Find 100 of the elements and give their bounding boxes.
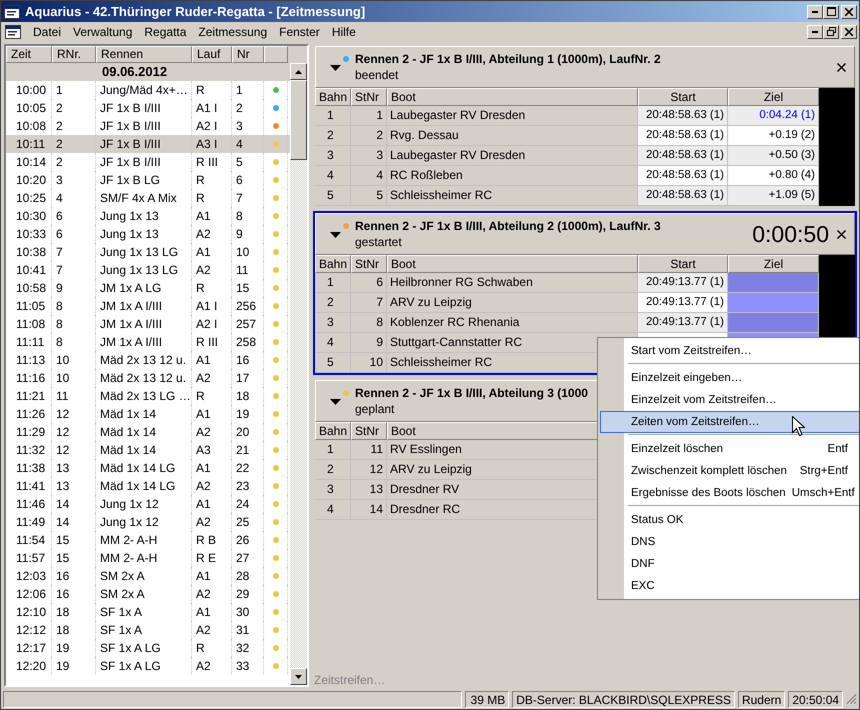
maximize-button[interactable] bbox=[823, 4, 839, 18]
menu-item[interactable]: Zeitmessung bbox=[192, 24, 274, 38]
table-cell: 27 bbox=[232, 549, 264, 567]
schedule-row[interactable]: 12:17 19 SF 1x A LG R 32 bbox=[6, 639, 290, 657]
schedule-row[interactable]: 11:05 8 JM 1x A I/III A1 I 256 bbox=[6, 297, 290, 315]
column-header[interactable]: Bahn bbox=[315, 422, 351, 440]
schedule-row[interactable]: 12:03 16 SM 2x A A1 28 bbox=[6, 567, 290, 585]
minimize-button[interactable] bbox=[807, 24, 823, 38]
resize-grip-icon[interactable] bbox=[846, 693, 857, 705]
table-cell: 5 bbox=[315, 186, 351, 205]
column-header[interactable]: Start bbox=[638, 88, 728, 106]
schedule-row[interactable]: 12:06 16 SM 2x A A2 29 bbox=[6, 585, 290, 603]
menu-item[interactable]: EXC bbox=[600, 575, 859, 597]
restore-button[interactable] bbox=[823, 24, 839, 38]
column-header[interactable]: Lauf bbox=[192, 46, 232, 63]
schedule-row[interactable]: 10:00 1 Jung/Mäd 4x+… R 1 bbox=[6, 81, 290, 99]
column-header[interactable]: RNr. bbox=[52, 46, 96, 63]
minimize-button[interactable] bbox=[807, 4, 823, 18]
close-icon[interactable] bbox=[837, 230, 846, 238]
column-header[interactable]: Ziel bbox=[728, 88, 819, 106]
minimize-icon bbox=[812, 10, 818, 12]
table-cell: R bbox=[192, 189, 232, 207]
table-cell: 12:03 bbox=[6, 567, 52, 585]
schedule-row[interactable]: 10:38 7 Jung 1x 13 LG A1 10 bbox=[6, 243, 290, 261]
schedule-row[interactable]: 11:54 15 MM 2- A-H R B 26 bbox=[6, 531, 290, 549]
menu-item[interactable]: Zeiten vom Zeitstreifen… bbox=[600, 411, 859, 433]
collapse-icon[interactable] bbox=[330, 399, 341, 405]
schedule-row[interactable]: 11:32 12 Mäd 1x 14 A3 21 bbox=[6, 441, 290, 459]
schedule-row[interactable]: 10:05 2 JF 1x B I/III A1 I 2 bbox=[6, 99, 290, 117]
table-cell: 3 bbox=[315, 480, 351, 499]
column-header[interactable]: Rennen bbox=[96, 46, 192, 63]
menu-item[interactable]: Fenster bbox=[273, 24, 326, 38]
table-cell: 11:57 bbox=[6, 549, 52, 567]
schedule-row[interactable]: 10:20 3 JF 1x B LG R 6 bbox=[6, 171, 290, 189]
column-header[interactable]: Boot bbox=[387, 88, 638, 106]
column-header[interactable]: StNr bbox=[351, 422, 387, 440]
schedule-row[interactable]: 12:10 18 SF 1x A A1 30 bbox=[6, 603, 290, 621]
table-cell: 2 bbox=[315, 460, 351, 479]
schedule-row[interactable]: 11:49 14 Jung 1x 12 A2 25 bbox=[6, 513, 290, 531]
table-cell: 257 bbox=[232, 315, 264, 333]
schedule-row[interactable]: 11:16 10 Mäd 2x 13 12 u. A2 17 bbox=[6, 369, 290, 387]
close-icon[interactable] bbox=[837, 62, 846, 72]
schedule-row[interactable]: 11:08 8 JM 1x A I/III A2 I 257 bbox=[6, 315, 290, 333]
table-cell: Jung/Mäd 4x+… bbox=[96, 81, 192, 99]
table-cell: 12:20 bbox=[6, 657, 52, 675]
close-button[interactable] bbox=[841, 4, 857, 18]
table-cell: A2 bbox=[192, 477, 232, 495]
column-header[interactable]: Bahn bbox=[315, 88, 351, 106]
table-cell: +1.09 (5) bbox=[728, 186, 819, 205]
menu-item[interactable]: Hilfe bbox=[326, 24, 362, 38]
table-cell: 15 bbox=[52, 549, 96, 567]
table-cell: 4 bbox=[351, 166, 387, 185]
table-cell: 13 bbox=[52, 459, 96, 477]
schedule-row[interactable]: 11:29 12 Mäd 1x 14 A2 20 bbox=[6, 423, 290, 441]
schedule-row[interactable]: 11:11 8 JM 1x A I/III R III 258 bbox=[6, 333, 290, 351]
menu-item[interactable]: DNF bbox=[600, 553, 859, 575]
schedule-row[interactable]: 10:41 7 Jung 1x 13 LG A2 11 bbox=[6, 261, 290, 279]
scroll-down-button[interactable] bbox=[290, 668, 307, 685]
column-header[interactable]: StNr bbox=[351, 255, 387, 273]
close-button[interactable] bbox=[841, 24, 857, 38]
schedule-row[interactable]: 11:38 13 Mäd 1x 14 LG A1 22 bbox=[6, 459, 290, 477]
column-header[interactable]: Boot bbox=[387, 255, 638, 273]
schedule-row[interactable]: 10:11 2 JF 1x B I/III A3 I 4 bbox=[6, 135, 290, 153]
table-cell: 31 bbox=[232, 621, 264, 639]
race-title: Rennen 2 - JF 1x B I/III, Abteilung 3 (1000 bbox=[355, 386, 588, 400]
menu-item[interactable]: Datei bbox=[27, 24, 68, 38]
collapse-icon[interactable] bbox=[330, 232, 341, 238]
schedule-row[interactable]: 11:57 15 MM 2- A-H R E 27 bbox=[6, 549, 290, 567]
schedule-row[interactable]: 12:12 18 SF 1x A A2 31 bbox=[6, 621, 290, 639]
schedule-row[interactable]: 11:26 12 Mäd 1x 14 A1 19 bbox=[6, 405, 290, 423]
schedule-row[interactable]: 10:14 2 JF 1x B I/III R III 5 bbox=[6, 153, 290, 171]
schedule-row[interactable]: 10:33 6 Jung 1x 13 A2 9 bbox=[6, 225, 290, 243]
schedule-row[interactable]: 10:25 4 SM/F 4x A Mix R 7 bbox=[6, 189, 290, 207]
column-header[interactable]: Nr bbox=[232, 46, 264, 63]
table-cell: 5 bbox=[232, 153, 264, 171]
table-cell: 11:05 bbox=[6, 297, 52, 315]
table-cell: 10:30 bbox=[6, 207, 52, 225]
column-header[interactable] bbox=[264, 46, 288, 63]
menu-item[interactable]: Regatta bbox=[138, 24, 192, 38]
column-header[interactable]: Bahn bbox=[315, 255, 351, 273]
scrollbar-thumb[interactable] bbox=[290, 80, 307, 160]
schedule-row[interactable]: 10:58 9 JM 1x A LG R 15 bbox=[6, 279, 290, 297]
column-header[interactable]: Start bbox=[638, 255, 728, 273]
schedule-row[interactable]: 11:41 13 Mäd 1x 14 LG A2 23 bbox=[6, 477, 290, 495]
column-header[interactable]: Ziel bbox=[728, 255, 819, 273]
document-icon[interactable] bbox=[5, 24, 21, 38]
scroll-up-button[interactable] bbox=[290, 63, 307, 80]
schedule-row[interactable]: 12:20 19 SF 1x A LG A2 33 bbox=[6, 657, 290, 675]
schedule-row[interactable]: 11:21 11 Mäd 2x 13 LG … R 18 bbox=[6, 387, 290, 405]
table-cell: JF 1x B I/III bbox=[96, 153, 192, 171]
menu-item[interactable]: Verwaltung bbox=[67, 24, 138, 38]
menu-item[interactable]: Einzelzeit vom Zeitstreifen… bbox=[600, 389, 859, 411]
column-header[interactable]: StNr bbox=[351, 88, 387, 106]
schedule-row[interactable]: 11:13 10 Mäd 2x 13 12 u. A1 16 bbox=[6, 351, 290, 369]
schedule-row[interactable]: 11:46 14 Jung 1x 12 A1 24 bbox=[6, 495, 290, 513]
table-cell: 10:25 bbox=[6, 189, 52, 207]
menu-item[interactable]: DNS bbox=[600, 531, 859, 553]
schedule-row[interactable]: 10:30 6 Jung 1x 13 A1 8 bbox=[6, 207, 290, 225]
column-header[interactable]: Zeit bbox=[6, 46, 52, 63]
collapse-icon[interactable] bbox=[330, 65, 341, 71]
